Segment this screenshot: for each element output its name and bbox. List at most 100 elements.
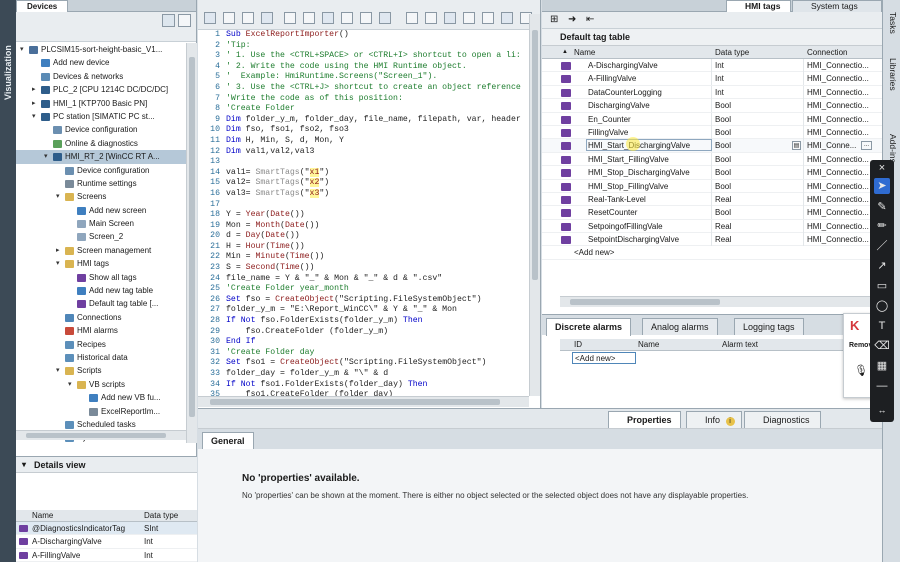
tree-item[interactable]: Show all tags <box>16 271 186 284</box>
alarms-add-new[interactable]: <Add new> <box>572 352 636 364</box>
tab-hmi-tags[interactable]: HMI tags <box>726 0 791 12</box>
code-line[interactable]: 20 d = Day(Date()) <box>198 231 529 242</box>
tab-system-tags[interactable]: System tags <box>792 0 882 12</box>
tag-connection[interactable]: HMI_Connectio... <box>807 113 869 126</box>
marker-icon[interactable]: ✏ <box>874 218 890 234</box>
details-row[interactable]: A-DischargingValve Int <box>16 535 197 549</box>
tab-tasks[interactable]: Tasks <box>888 12 898 34</box>
line-icon[interactable]: ／ <box>874 238 890 254</box>
tag-connection[interactable]: HMI_Connectio... <box>807 72 869 85</box>
tag-data-type[interactable]: Bool <box>715 113 731 126</box>
tag-connection[interactable]: HMI_Connectio... <box>807 206 869 219</box>
visualization-label[interactable]: Visualization <box>3 45 13 100</box>
tag-connection[interactable]: HMI_Connectio... <box>807 59 869 72</box>
tag-connection[interactable]: HMI_Connectio... <box>807 99 869 112</box>
expand-arrow-icon[interactable]: ▾ <box>68 378 74 391</box>
tab-add-ins[interactable]: Add-ins <box>888 134 898 163</box>
collapse-arrow-icon[interactable]: ▾ <box>22 457 26 473</box>
object-list-icon[interactable] <box>501 12 513 24</box>
code-line[interactable]: 30 End If <box>198 337 529 348</box>
text-icon[interactable]: T <box>874 318 890 334</box>
next-bookmark-icon[interactable] <box>322 12 334 24</box>
code-line[interactable]: 11 Dim H, Min, S, d, Mon, Y <box>198 136 529 147</box>
editor-hscrollbar[interactable] <box>198 396 529 407</box>
tree-hscroll-thumb[interactable] <box>26 433 166 438</box>
tags-col-type[interactable]: Data type <box>715 46 749 59</box>
code-line[interactable]: 4 ' 2. Write the code using the HMI Runti… <box>198 62 529 73</box>
replace-icon[interactable] <box>406 12 418 24</box>
code-line[interactable]: 18 Y = Year(Date()) <box>198 210 529 221</box>
collapse-arrow-icon[interactable]: ▸ <box>32 83 38 96</box>
code-line[interactable]: 3 ' 1. Use the <CTRL+SPACE> or <CTRL+I> s… <box>198 51 529 62</box>
collapse-arrow-icon[interactable]: ▸ <box>32 97 38 110</box>
tag-connection[interactable]: HMI_Connectio... <box>807 153 869 166</box>
tree-item[interactable]: Screen_2 <box>16 230 186 243</box>
tree-item[interactable]: ▾ HMI_RT_2 [WinCC RT A... <box>16 150 186 164</box>
tree-item[interactable]: Main Screen <box>16 217 186 230</box>
tag-name[interactable]: Real-Tank-Level <box>588 193 646 206</box>
code-line[interactable]: 19 Mon = Month(Date()) <box>198 221 529 232</box>
tree-hscrollbar[interactable] <box>16 430 186 440</box>
code-area[interactable]: 1 Sub ExcelReportImporter() 2 'Tip: 3 ' 1. Us… <box>198 30 529 396</box>
code-line[interactable]: 1 Sub ExcelReportImporter() <box>198 30 529 41</box>
rectangle-icon[interactable]: ▭ <box>874 278 890 294</box>
expand-arrow-icon[interactable]: ▾ <box>56 364 62 377</box>
pen-icon[interactable]: ✎ <box>874 199 890 215</box>
tag-data-type[interactable]: Real <box>715 233 731 246</box>
comment-icon[interactable] <box>242 12 254 24</box>
name-edit-box[interactable] <box>586 139 712 152</box>
tag-row[interactable]: Real-Tank-Level Real HMI_Connectio... <box>542 192 882 207</box>
tree-item[interactable]: Recipes <box>16 338 186 351</box>
tree-scrollbar[interactable] <box>186 43 197 443</box>
tag-data-type[interactable]: Int <box>715 86 724 99</box>
tree-item[interactable]: HMI alarms <box>16 324 186 337</box>
indent-icon[interactable] <box>204 12 216 24</box>
tag-row[interactable]: DischargingValve Bool HMI_Connectio... <box>542 99 882 113</box>
tag-connection[interactable]: HMI_Connectio... <box>807 86 869 99</box>
tags-col-connection[interactable]: Connection <box>807 46 847 59</box>
tree-item[interactable]: Historical data <box>16 351 186 364</box>
tag-name[interactable]: A-DischargingValve <box>588 59 658 72</box>
tab-info[interactable]: Info i <box>686 411 742 428</box>
uncomment-icon[interactable] <box>261 12 273 24</box>
tree-item[interactable]: ▾ Screens <box>16 190 186 203</box>
tree-item[interactable]: ▾ Scripts <box>16 364 186 377</box>
tag-name[interactable]: ResetCounter <box>588 206 637 219</box>
dropdown-icon[interactable]: ▤ <box>792 141 801 151</box>
tab-properties[interactable]: Properties <box>608 411 681 428</box>
tag-row[interactable]: HMI_Start_FillingValve Bool HMI_Connectio.… <box>542 152 882 167</box>
tag-connection[interactable]: HMI_Connectio... <box>807 180 869 193</box>
export-icon[interactable]: ➜ <box>568 14 576 25</box>
tags-hscrollbar[interactable] <box>560 296 870 307</box>
tag-data-type[interactable]: Real <box>715 220 731 233</box>
move-toolbar-icon[interactable]: ↔ <box>874 402 890 418</box>
code-line[interactable]: 25 'Create Folder year_month <box>198 284 529 295</box>
code-line[interactable]: 15 val2= SmartTags("x2") <box>198 178 529 189</box>
code-line[interactable]: 27 folder_y_m = "E:\Report_WinCC\" & Y & … <box>198 305 529 316</box>
tree-item[interactable]: ▾ VB scripts <box>16 378 186 391</box>
tab-discrete-alarms[interactable]: Discrete alarms <box>546 318 632 336</box>
browse-icon[interactable]: ... <box>861 141 872 151</box>
expand-arrow-icon[interactable]: ▾ <box>56 190 62 203</box>
insert-icon[interactable] <box>463 12 475 24</box>
tag-connection[interactable]: HMI_Connectio... <box>807 193 869 206</box>
import-icon[interactable]: ⇤ <box>586 14 594 25</box>
tag-row[interactable]: HMI_Start_DischargingValveBoolHMI_Conne.… <box>542 137 882 153</box>
tag-data-type[interactable]: Real <box>715 193 731 206</box>
tags-hscroll-thumb[interactable] <box>570 299 720 305</box>
tree-item[interactable]: ▾ PLCSIM15-sort-height-basic_V1... <box>16 43 186 56</box>
code-line[interactable]: 6 ' 3. Use the <CTRL+J> shortcut to creat… <box>198 83 529 94</box>
tab-general[interactable]: General <box>202 432 254 449</box>
code-line[interactable]: 22 Min = Minute(Time()) <box>198 252 529 263</box>
code-line[interactable]: 23 S = Second(Time()) <box>198 263 529 274</box>
tree-item[interactable]: Connections <box>16 311 186 324</box>
tag-data-type[interactable]: Bool <box>715 126 731 139</box>
tag-row[interactable]: A-DischargingValve Int HMI_Connectio... <box>542 59 882 73</box>
editor-vscroll-thumb[interactable] <box>532 30 538 280</box>
tree-item[interactable]: Device configuration <box>16 164 186 177</box>
devices-tab[interactable]: Devices <box>16 0 69 12</box>
tree-item[interactable]: Add new VB fu... <box>16 391 186 404</box>
code-line[interactable]: 2 'Tip: <box>198 41 529 52</box>
tree-item[interactable]: Add new tag table <box>16 284 186 297</box>
code-line[interactable]: 14 val1= SmartTags("x1") <box>198 167 529 179</box>
